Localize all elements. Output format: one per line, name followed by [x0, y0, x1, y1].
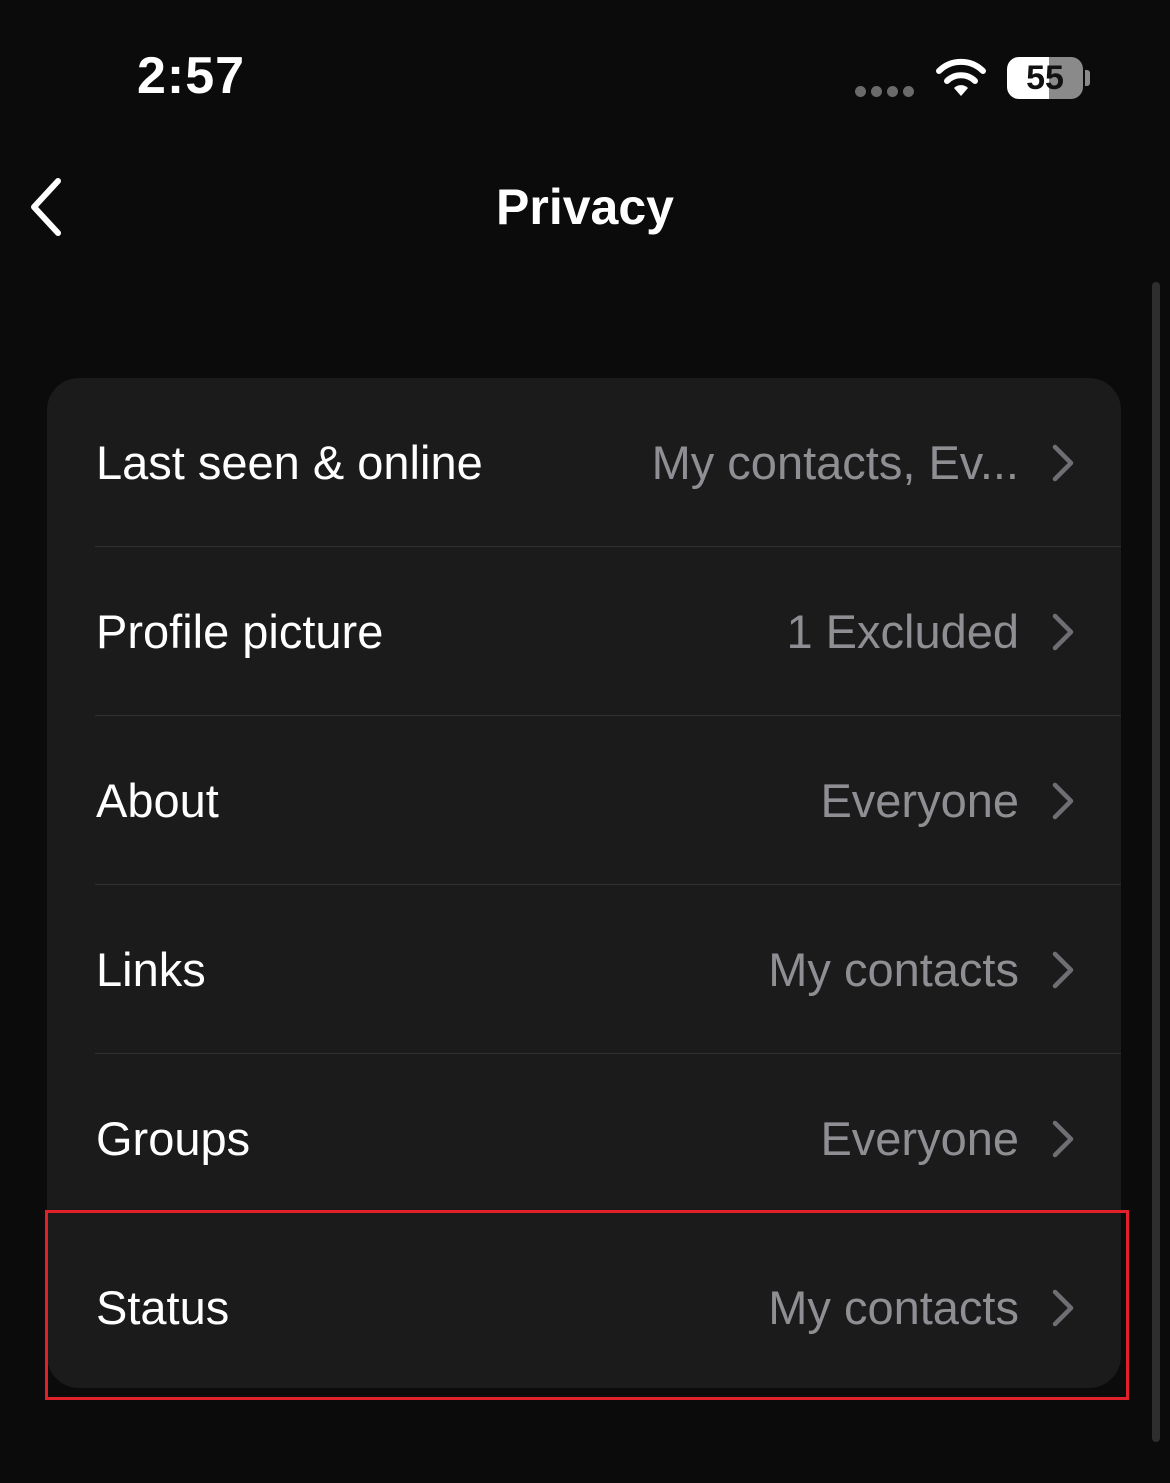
privacy-screen: 2:57 55 Privacy Last seen & online My co…: [0, 0, 1170, 1483]
wifi-icon: [936, 58, 986, 96]
chevron-right-icon: [1051, 444, 1075, 482]
chevron-right-icon: [1051, 951, 1075, 989]
setting-row-groups[interactable]: Groups Everyone: [47, 1054, 1121, 1223]
setting-label: Links: [96, 943, 206, 996]
setting-value: 1 Excluded: [786, 605, 1019, 658]
setting-label: Status: [96, 1281, 230, 1334]
setting-row-links[interactable]: Links My contacts: [47, 885, 1121, 1054]
setting-label: Profile picture: [96, 605, 384, 658]
battery-level: 55: [1026, 58, 1064, 97]
chevron-right-icon: [1051, 613, 1075, 651]
setting-value: My contacts: [768, 943, 1019, 996]
setting-row-about[interactable]: About Everyone: [47, 716, 1121, 885]
cellular-signal-icon: [855, 86, 914, 97]
chevron-right-icon: [1051, 1289, 1075, 1327]
page-title: Privacy: [496, 179, 674, 235]
status-time: 2:57: [137, 47, 246, 105]
setting-row-last-seen[interactable]: Last seen & online My contacts, Ev...: [47, 378, 1121, 547]
setting-label: Groups: [96, 1112, 251, 1165]
setting-row-status[interactable]: Status My contacts: [47, 1223, 1121, 1388]
setting-value: Everyone: [820, 774, 1019, 827]
battery-cap: [1085, 70, 1090, 86]
privacy-settings-list: Last seen & online My contacts, Ev... Pr…: [47, 378, 1121, 1388]
setting-label: Last seen & online: [96, 436, 483, 489]
chevron-right-icon: [1051, 782, 1075, 820]
setting-row-profile-picture[interactable]: Profile picture 1 Excluded: [47, 547, 1121, 716]
setting-value: Everyone: [820, 1112, 1019, 1165]
battery-icon: 55: [1007, 57, 1083, 99]
setting-value: My contacts, Ev...: [651, 436, 1019, 489]
setting-value: My contacts: [768, 1281, 1019, 1334]
setting-label: About: [96, 774, 219, 827]
scrollbar[interactable]: [1152, 282, 1160, 1442]
chevron-right-icon: [1051, 1120, 1075, 1158]
